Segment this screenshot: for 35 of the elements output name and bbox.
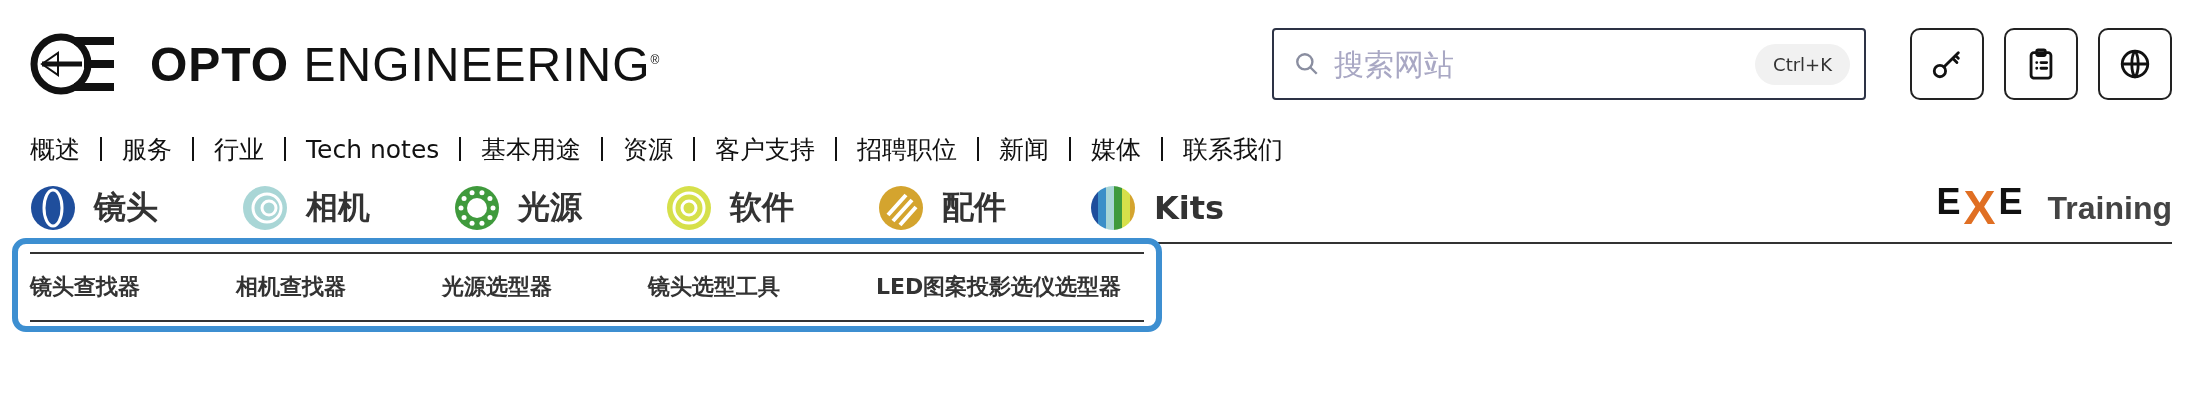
tool-link[interactable]: 相机查找器: [236, 272, 346, 302]
stripes-icon: [878, 185, 924, 231]
search-icon: [1294, 51, 1320, 77]
nav-link[interactable]: 服务: [122, 132, 172, 166]
category-link[interactable]: 镜头: [30, 185, 158, 231]
tool-link[interactable]: 镜头选型工具: [648, 272, 780, 302]
category-link[interactable]: 软件: [666, 185, 794, 231]
globe-button[interactable]: [2098, 28, 2172, 100]
nav-link[interactable]: 招聘职位: [857, 132, 958, 166]
nav-link[interactable]: 联系我们: [1183, 132, 1284, 166]
tool-link[interactable]: 镜头查找器: [30, 272, 140, 302]
nav-link[interactable]: 客户支持: [715, 132, 816, 166]
color-bars-icon: [1090, 185, 1136, 231]
category-link[interactable]: 光源: [454, 185, 582, 231]
nav-link[interactable]: 概述: [30, 132, 80, 166]
ring-light-icon: [454, 185, 500, 231]
tool-link[interactable]: LED图案投影选仪选型器: [876, 272, 1122, 302]
camera-icon: [242, 185, 288, 231]
tool-link[interactable]: 光源选型器: [442, 272, 552, 302]
lens-icon: [30, 185, 76, 231]
clipboard-button[interactable]: [2004, 28, 2078, 100]
globe-icon: [2118, 47, 2152, 81]
nav-link[interactable]: 基本用途: [481, 132, 582, 166]
nav-link[interactable]: Tech notes: [306, 134, 440, 164]
nav-link[interactable]: 资源: [623, 132, 674, 166]
gear-icon: [666, 185, 712, 231]
brand-name: OPTO ENGINEERING$^{®}$: [150, 36, 661, 92]
nav-link[interactable]: 新闻: [999, 132, 1050, 166]
nav-link[interactable]: 媒体: [1091, 132, 1142, 166]
category-link[interactable]: 配件: [878, 185, 1006, 231]
shortcut-hint: Ctrl+K: [1755, 44, 1850, 85]
key-button[interactable]: [1910, 28, 1984, 100]
nav-link[interactable]: 行业: [214, 132, 264, 166]
category-link[interactable]: 相机: [242, 185, 370, 231]
category-link[interactable]: Kits: [1090, 185, 1225, 231]
